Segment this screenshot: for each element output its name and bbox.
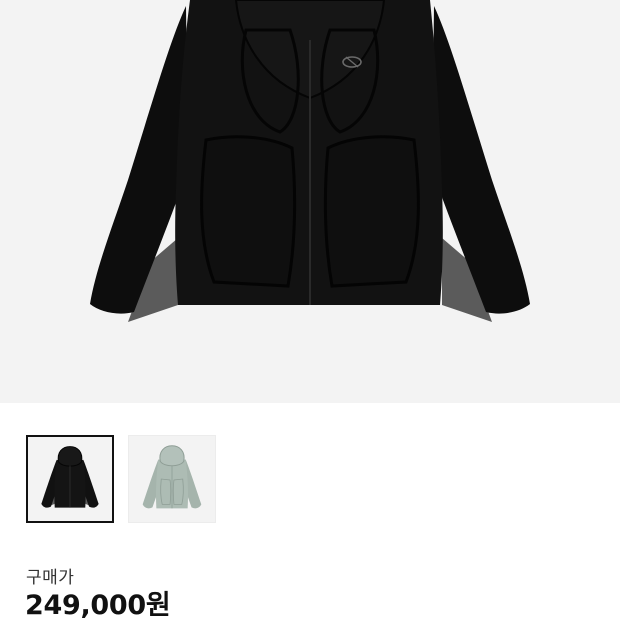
variant-thumbnail-black[interactable]	[26, 435, 114, 523]
mint-jacket-thumb-image	[142, 445, 202, 509]
product-hero-image	[0, 0, 620, 403]
right-cargo-pocket	[323, 135, 420, 288]
black-jacket-thumb-image	[41, 446, 99, 508]
left-cargo-pocket	[200, 135, 297, 288]
price-value: 249,000원	[25, 590, 171, 621]
price-label: 구매가	[26, 568, 75, 588]
jacket-main-image	[90, 0, 530, 322]
variant-thumbnail-mint[interactable]	[128, 435, 216, 523]
